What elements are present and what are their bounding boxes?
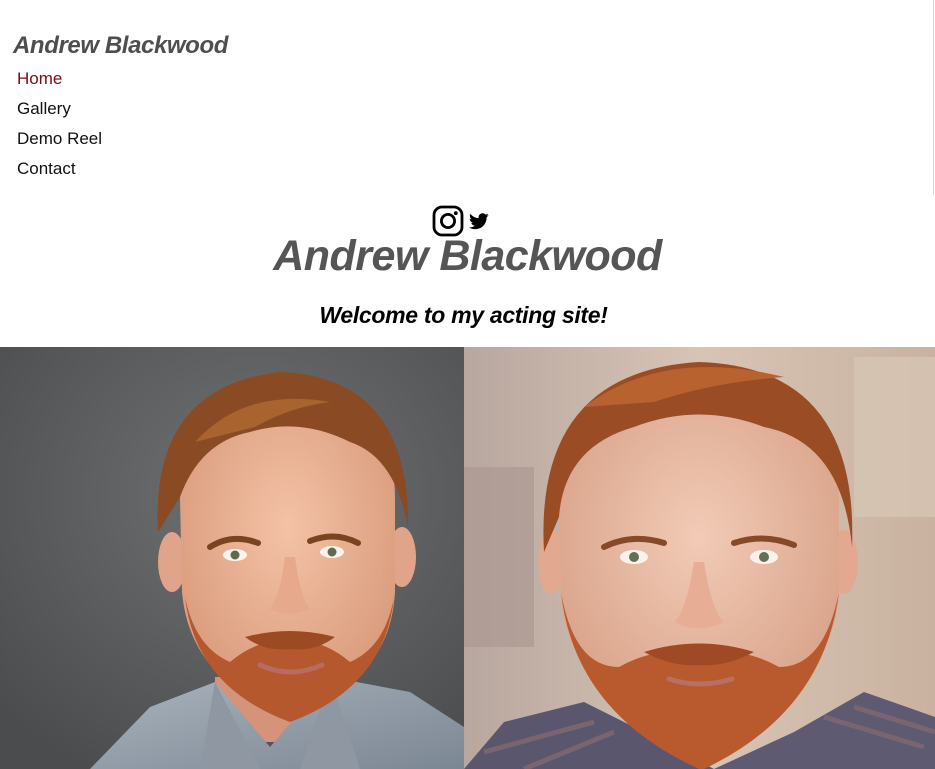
headshot-photo-gray-background	[0, 347, 464, 769]
nav-item-demo-reel[interactable]: Demo Reel	[17, 127, 102, 157]
hero-title: Andrew Blackwood	[273, 232, 662, 280]
main-nav: Home Gallery Demo Reel Contact	[17, 67, 102, 187]
headshot-gallery	[0, 347, 935, 769]
nav-item-gallery[interactable]: Gallery	[17, 97, 102, 127]
twitter-icon[interactable]	[469, 212, 489, 230]
headshot-photo-warm-background	[464, 347, 935, 769]
site-name[interactable]: Andrew Blackwood	[13, 32, 228, 60]
welcome-text: Welcome to my acting site!	[319, 302, 608, 328]
header-divider	[933, 0, 934, 195]
nav-item-home[interactable]: Home	[17, 67, 102, 97]
nav-item-contact[interactable]: Contact	[17, 157, 102, 187]
page: Andrew Blackwood Home Gallery Demo Reel …	[0, 0, 935, 769]
